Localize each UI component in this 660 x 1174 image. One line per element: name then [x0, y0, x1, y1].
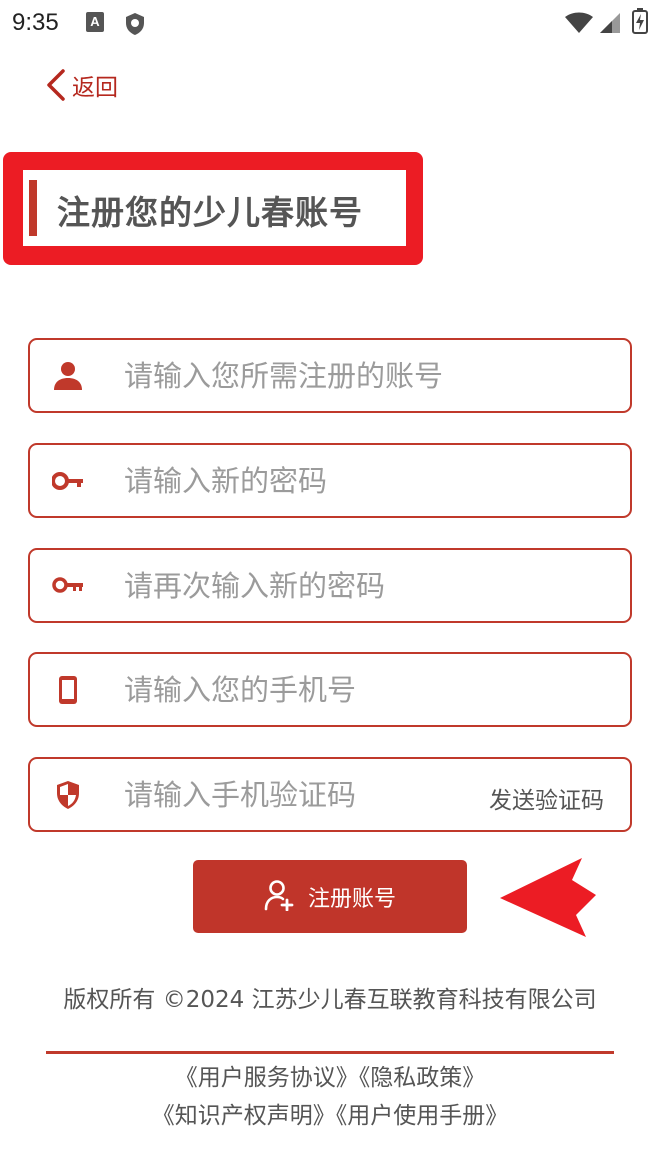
title-accent-bar: [29, 180, 37, 236]
footer-links-row-1: 《用户服务协议》《隐私政策》: [0, 1058, 660, 1092]
title-box: 注册您的少儿春账号: [23, 170, 406, 246]
wifi-icon: [564, 12, 594, 38]
status-time: 9:35: [12, 9, 59, 36]
copyright-text: 版权所有 ©2024 江苏少儿春互联教育科技有限公司: [63, 987, 597, 1013]
shield-icon: [52, 779, 84, 811]
title-highlight-annotation: 注册您的少儿春账号: [3, 152, 423, 265]
user-icon: [52, 360, 84, 392]
confirm-password-input[interactable]: [124, 556, 604, 616]
arrow-annotation: [500, 855, 598, 943]
shield-icon: [124, 12, 146, 40]
status-bar: 9:35 A: [0, 0, 660, 46]
register-button-label: 注册账号: [307, 886, 396, 912]
footer-divider: [46, 1051, 614, 1054]
ip-statement-link[interactable]: 《知识产权声明》: [152, 1103, 336, 1129]
send-code-button[interactable]: 发送验证码: [489, 781, 604, 815]
a11y-a-icon: A: [86, 12, 104, 32]
privacy-policy-link[interactable]: 《隐私政策》: [359, 1065, 486, 1091]
phone-field[interactable]: [28, 652, 632, 727]
new-password-field[interactable]: [28, 443, 632, 518]
phone-icon: [52, 674, 84, 706]
confirm-password-field[interactable]: [28, 548, 632, 623]
add-user-icon: [264, 879, 308, 915]
page-title: 注册您的少儿春账号: [57, 193, 363, 232]
new-password-input[interactable]: [124, 451, 604, 511]
key-icon: [52, 570, 84, 602]
back-button[interactable]: 返回: [44, 66, 118, 104]
register-button[interactable]: 注册账号: [193, 860, 467, 933]
footer-links-row-2: 《知识产权声明》《用户使用手册》: [0, 1096, 660, 1130]
verify-code-field[interactable]: 发送验证码: [28, 757, 632, 832]
key-icon: [52, 465, 84, 497]
user-manual-link[interactable]: 《用户使用手册》: [336, 1103, 509, 1129]
phone-input[interactable]: [124, 660, 604, 720]
account-field[interactable]: [28, 338, 632, 413]
verify-code-input[interactable]: [124, 765, 464, 825]
back-label: 返回: [72, 75, 118, 101]
signal-icon: [598, 12, 622, 38]
account-input[interactable]: [124, 346, 604, 406]
user-agreement-link[interactable]: 《用户服务协议》: [175, 1065, 359, 1091]
chevron-left-icon: [44, 68, 66, 102]
battery-icon: [632, 8, 648, 38]
